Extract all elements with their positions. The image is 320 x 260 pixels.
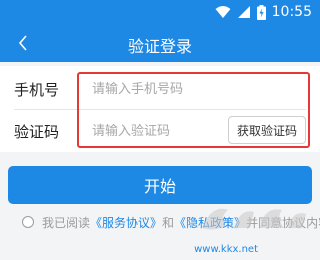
watermark-text: www.kkx.net — [194, 244, 258, 255]
watermark-logo — [202, 208, 306, 230]
signal-icon — [237, 6, 250, 18]
status-icons: 10:55 — [215, 3, 312, 21]
phone-input[interactable] — [92, 76, 292, 102]
phone-label: 手机号 — [14, 81, 60, 99]
code-label: 验证码 — [14, 123, 60, 141]
code-row: 验证码 获取验证码 — [0, 110, 320, 152]
code-input[interactable] — [92, 118, 212, 144]
service-agreement-link[interactable]: 《服务协议》 — [90, 214, 162, 231]
battery-icon — [256, 4, 266, 20]
get-code-button[interactable]: 获取验证码 — [227, 116, 306, 144]
agreement-radio[interactable] — [22, 216, 34, 228]
status-bar: 10:55 — [0, 0, 320, 24]
login-form: 手机号 验证码 获取验证码 — [0, 66, 320, 152]
wifi-icon — [215, 6, 231, 18]
agreement-prefix: 我已阅读 — [42, 215, 91, 230]
app-bar: 验证登录 — [0, 24, 320, 62]
agreement-conjunction: 和 — [162, 215, 175, 230]
status-time: 10:55 — [271, 4, 312, 20]
page-title: 验证登录 — [127, 37, 192, 56]
phone-row: 手机号 — [0, 68, 320, 110]
